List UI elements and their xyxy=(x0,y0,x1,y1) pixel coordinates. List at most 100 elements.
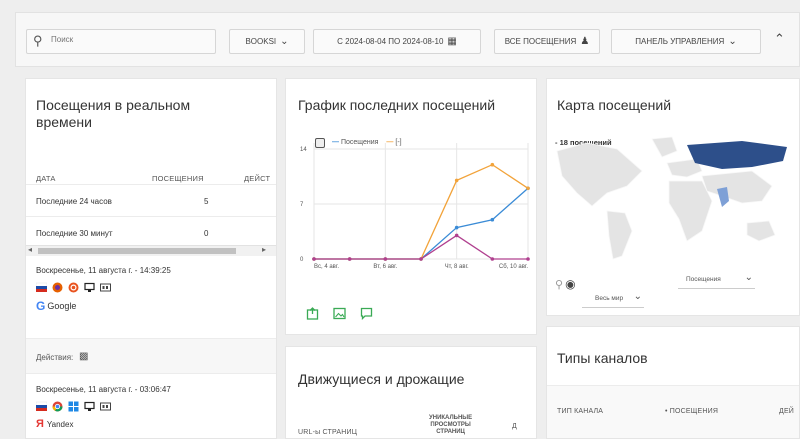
metric-selector[interactable]: Посещения ⌄ xyxy=(678,271,755,289)
windows-icon xyxy=(68,401,79,412)
search-engine-name: Google xyxy=(47,301,77,311)
data-point[interactable] xyxy=(454,225,459,230)
graph-footer-icons xyxy=(306,307,373,320)
data-point[interactable] xyxy=(526,257,530,261)
collapse-toolbar-icon[interactable]: ⌃ xyxy=(774,31,785,47)
widget-title: Посещения в реальном времени xyxy=(36,97,190,131)
zoom-out-icon[interactable]: ⚲ xyxy=(555,278,563,291)
row-value: 0 xyxy=(204,229,209,238)
column-extra[interactable]: Д xyxy=(512,423,517,430)
chevron-down-icon: ⌄ xyxy=(744,272,753,283)
column-unique-pageviews[interactable]: УНИКАЛЬНЫЕ ПРОСМОТРЫ СТРАНИЦ xyxy=(429,415,472,436)
x-tick-label: Вт, 6 авг. xyxy=(373,264,397,270)
channel-types-widget: Типы каналов ТИП КАНАЛА • ПОСЕЩЕНИЯ ДЕЙ xyxy=(546,326,800,439)
asia-region[interactable] xyxy=(701,170,773,204)
x-tick-label: Сб, 10 авг. xyxy=(499,264,528,270)
dashboard-selector[interactable]: ПАНЕЛЬ УПРАВЛЕНИЯ ⌄ xyxy=(611,29,761,54)
map-zoom-controls: ⚲ ◉ xyxy=(555,277,576,291)
south-america-region[interactable] xyxy=(606,210,633,260)
series-line xyxy=(314,163,529,260)
chart-settings-icon[interactable] xyxy=(315,138,325,148)
data-point[interactable] xyxy=(490,162,495,167)
metric-select-label: Посещения xyxy=(686,276,721,283)
realtime-visits-widget: Посещения в реальном времени ДАТА ПОСЕЩЕ… xyxy=(25,78,277,439)
legend-label: [-] xyxy=(395,139,402,146)
actions-row: Действия: ▩ xyxy=(26,338,276,374)
column-date[interactable]: ДАТА xyxy=(36,174,56,183)
dashboard-label: ПАНЕЛЬ УПРАВЛЕНИЯ xyxy=(635,37,725,46)
export-icon[interactable] xyxy=(306,307,319,320)
scrollbar-thumb[interactable] xyxy=(38,248,236,254)
visits-graph-widget: График последних посещений 0 7 14 Вс, 4 ав… xyxy=(285,78,537,335)
scroll-left-icon[interactable]: ◂ xyxy=(28,245,32,254)
search-engine: Я Yandex xyxy=(36,418,73,430)
site-selector-label: BOOKSI xyxy=(245,37,277,46)
greenland-region[interactable] xyxy=(651,136,678,158)
australia-region[interactable] xyxy=(746,220,776,242)
column-actions[interactable]: ДЕЙ xyxy=(779,408,794,415)
y-tick-label: 14 xyxy=(300,147,307,153)
yandex-icon: Я xyxy=(36,418,44,430)
google-icon: G xyxy=(36,299,46,313)
visit-time: Воскресенье, 11 августа г. - 03:06:47 xyxy=(36,385,171,394)
annotation-icon[interactable] xyxy=(360,307,373,320)
header-line: УНИКАЛЬНЫЕ xyxy=(429,415,473,421)
title-line-1: Посещения в реальном xyxy=(36,97,191,113)
scroll-right-icon[interactable]: ▸ xyxy=(262,245,266,254)
world-map[interactable] xyxy=(547,131,800,261)
russia-region[interactable] xyxy=(687,141,787,169)
visits-chart: 0 7 14 Вс, 4 авг. Вт, 6 авг. Чт, 8 авг. Сб, 1… xyxy=(300,143,530,270)
date-range-label: С 2024-08-04 ПО 2024-08-10 xyxy=(337,37,444,46)
data-point[interactable] xyxy=(419,257,423,261)
data-point[interactable] xyxy=(526,186,530,191)
date-range-selector[interactable]: С 2024-08-04 ПО 2024-08-10 ▦ xyxy=(313,29,481,54)
row-label: Последние 24 часов xyxy=(36,197,112,206)
series-line xyxy=(314,187,529,260)
india-region[interactable] xyxy=(717,187,729,207)
data-point[interactable] xyxy=(383,257,388,261)
globe-icon[interactable]: ◉ xyxy=(565,277,575,291)
row-value: 5 xyxy=(204,197,209,206)
column-page-urls[interactable]: URL-ы СТРАНИЦ xyxy=(298,429,357,436)
north-america-region[interactable] xyxy=(556,142,643,207)
data-point[interactable] xyxy=(490,257,495,261)
segment-label: ВСЕ ПОСЕЩЕНИЯ xyxy=(504,37,577,46)
widget-title: Карта посещений xyxy=(557,97,672,113)
x-tick-label: Чт, 8 авг. xyxy=(445,264,469,270)
column-channel-type[interactable]: ТИП КАНАЛА xyxy=(557,408,603,415)
search-input[interactable] xyxy=(51,35,201,44)
image-icon[interactable] xyxy=(333,307,346,320)
column-actions[interactable]: ДЕЙСТ xyxy=(244,174,270,183)
desktop-icon xyxy=(84,401,95,411)
x-tick-label: Вс, 4 авг. xyxy=(314,264,339,270)
resolution-icon xyxy=(100,283,111,292)
legend-label: Посещения xyxy=(340,139,379,146)
legend-item[interactable]: — [-] xyxy=(386,139,401,146)
legend-item[interactable]: — Посещения xyxy=(332,139,378,146)
widget-title: Типы каналов xyxy=(557,350,648,366)
channel-table-header: ТИП КАНАЛА • ПОСЕЩЕНИЯ ДЕЙ xyxy=(547,385,799,438)
horizontal-scrollbar[interactable]: ◂ ▸ xyxy=(26,245,276,256)
column-visits[interactable]: • ПОСЕЩЕНИЯ xyxy=(665,408,718,415)
column-visits[interactable]: ПОСЕЩЕНИЯ xyxy=(152,174,204,183)
title-line-2: времени xyxy=(36,114,92,130)
data-point[interactable] xyxy=(454,178,459,183)
folder-icon[interactable]: ▩ xyxy=(79,351,88,362)
region-select-label: Весь мир xyxy=(595,295,624,302)
region-selector[interactable]: Весь мир ⌄ xyxy=(582,290,644,308)
visitor-map-widget: Карта посещений - 18 посещений ⚲ ◉ Весь … xyxy=(546,78,800,316)
movers-shakers-widget: Движущиеся и дрожащие URL-ы СТРАНИЦ УНИК… xyxy=(285,346,537,439)
data-point[interactable] xyxy=(312,257,316,261)
visitor-icons xyxy=(36,401,111,412)
data-point[interactable] xyxy=(454,233,459,238)
header-line: СТРАНИЦ xyxy=(436,429,465,435)
site-selector[interactable]: BOOKSI ⌄ xyxy=(229,29,305,54)
visit-time: Воскресенье, 11 августа г. - 14:39:25 xyxy=(36,266,171,275)
search-box[interactable]: ⚲ xyxy=(26,29,216,54)
data-point[interactable] xyxy=(490,217,495,222)
chart-legend: — Посещения — [-] xyxy=(332,139,402,146)
data-point[interactable] xyxy=(347,257,352,261)
table-row: Последние 24 часов 5 xyxy=(26,184,276,217)
segment-selector[interactable]: ВСЕ ПОСЕЩЕНИЯ ♟ xyxy=(494,29,600,54)
africa-region[interactable] xyxy=(668,180,713,242)
